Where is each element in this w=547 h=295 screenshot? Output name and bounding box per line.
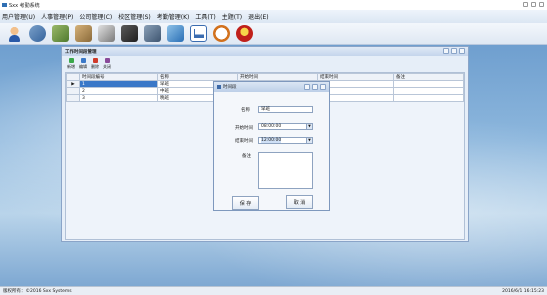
minimize-button[interactable] — [523, 2, 528, 7]
col-note[interactable]: 备注 — [393, 73, 464, 81]
child-minimize-button[interactable] — [443, 48, 449, 54]
period-dialog: 时间段 名称 早班 开始时间 08:00:00 ▼ 结束时间 12:00:00 … — [213, 81, 330, 211]
cell-id[interactable]: 3 — [79, 94, 158, 102]
add-icon — [68, 58, 74, 63]
row-marker — [66, 87, 80, 95]
delete-button-label: 删除 — [91, 64, 99, 69]
save-button[interactable]: 保 存 — [232, 196, 259, 210]
end-time-value: 12:00:00 — [261, 138, 282, 143]
menu-theme[interactable]: 主题(T) — [222, 12, 242, 21]
menu-campus[interactable]: 校区管理(S) — [118, 12, 151, 21]
document-icon[interactable] — [98, 25, 115, 42]
col-name[interactable]: 名称 — [157, 73, 238, 81]
col-end[interactable]: 结束时间 — [317, 73, 394, 81]
start-time-picker[interactable]: 08:00:00 ▼ — [258, 123, 313, 130]
dialog-close-button[interactable] — [320, 84, 326, 90]
end-time-picker[interactable]: 12:00:00 ▼ — [258, 137, 313, 144]
menu-attendance[interactable]: 考勤管理(K) — [157, 12, 190, 21]
close-button[interactable] — [539, 2, 544, 7]
col-id[interactable]: 时间段编号 — [79, 73, 158, 81]
window-titlebar: Sxx 考勤系统 — [0, 0, 547, 10]
delete-icon — [92, 58, 98, 63]
chevron-down-icon[interactable]: ▼ — [306, 124, 312, 129]
delete-button[interactable]: 删除 — [91, 58, 99, 70]
child-toolbar: 新增 编辑 删除 关闭 — [62, 56, 468, 70]
menu-bar: 用户管理(U) 人事管理(P) 公司管理(C) 校区管理(S) 考勤管理(K) … — [0, 10, 547, 23]
cell-id[interactable]: 1 — [79, 80, 158, 88]
copyright-text: 版权所有：©2016 Sxx Systems — [3, 289, 72, 294]
chevron-down-icon[interactable]: ▼ — [306, 138, 312, 143]
cell-note[interactable] — [393, 94, 464, 102]
camera-icon[interactable] — [121, 25, 138, 42]
child-maximize-button[interactable] — [451, 48, 457, 54]
cell-note[interactable] — [393, 87, 464, 95]
name-field[interactable]: 早班 — [258, 106, 313, 113]
close-icon — [104, 58, 110, 63]
cancel-button[interactable]: 取 消 — [286, 195, 313, 209]
user-icon[interactable] — [6, 25, 23, 42]
window-title: Sxx 考勤系统 — [9, 2, 40, 9]
end-time-label: 结束时间 — [235, 139, 253, 144]
datetime-text: 2016/6/1 16:15:23 — [502, 288, 544, 294]
power-icon[interactable] — [236, 25, 253, 42]
maximize-button[interactable] — [531, 2, 536, 7]
menu-tools[interactable]: 工具(T) — [195, 12, 215, 21]
child-close-button[interactable] — [459, 48, 465, 54]
dialog-titlebar: 时间段 — [214, 82, 329, 92]
org-icon[interactable] — [52, 25, 69, 42]
cell-note[interactable] — [393, 80, 464, 88]
edit-button[interactable]: 编辑 — [79, 58, 87, 70]
building-icon[interactable] — [75, 25, 92, 42]
close-window-button[interactable]: 关闭 — [103, 58, 111, 70]
menu-exit[interactable]: 退出(E) — [248, 12, 268, 21]
users-icon[interactable] — [29, 25, 46, 42]
start-time-value: 08:00:00 — [261, 124, 282, 129]
start-time-label: 开始时间 — [235, 126, 253, 131]
app-icon — [2, 3, 7, 7]
child-window-titlebar: 工作时间段管理 — [62, 47, 468, 56]
money-icon[interactable] — [144, 25, 161, 42]
edit-icon — [80, 58, 86, 63]
menu-company[interactable]: 公司管理(C) — [79, 12, 112, 21]
note-textarea[interactable] — [258, 152, 313, 189]
note-label: 备注 — [242, 154, 251, 159]
close-button-label: 关闭 — [103, 64, 111, 69]
dialog-title: 时间段 — [223, 85, 237, 90]
row-header-corner — [66, 73, 80, 81]
row-marker — [66, 94, 80, 102]
window-controls — [523, 2, 544, 7]
table-header-row: 时间段编号 名称 开始时间 结束时间 备注 — [66, 73, 464, 81]
dialog-icon — [217, 85, 221, 89]
child-window-title: 工作时间段管理 — [65, 49, 97, 55]
cell-id[interactable]: 2 — [79, 87, 158, 95]
edit-button-label: 编辑 — [79, 64, 87, 69]
dialog-minimize-button[interactable] — [304, 84, 310, 90]
status-bar: 版权所有：©2016 Sxx Systems 2016/6/1 16:15:23 — [0, 286, 547, 295]
main-toolbar — [0, 23, 547, 45]
name-label: 名称 — [241, 108, 250, 113]
menu-user[interactable]: 用户管理(U) — [2, 12, 35, 21]
row-marker: ▶ — [66, 80, 80, 88]
menu-personnel[interactable]: 人事管理(P) — [41, 12, 73, 21]
col-start[interactable]: 开始时间 — [237, 73, 318, 81]
clock-icon[interactable] — [213, 25, 230, 42]
add-button-label: 新增 — [67, 64, 75, 69]
dialog-maximize-button[interactable] — [312, 84, 318, 90]
chart-icon[interactable] — [190, 25, 207, 42]
grid-icon[interactable] — [167, 25, 184, 42]
add-button[interactable]: 新增 — [67, 58, 75, 70]
